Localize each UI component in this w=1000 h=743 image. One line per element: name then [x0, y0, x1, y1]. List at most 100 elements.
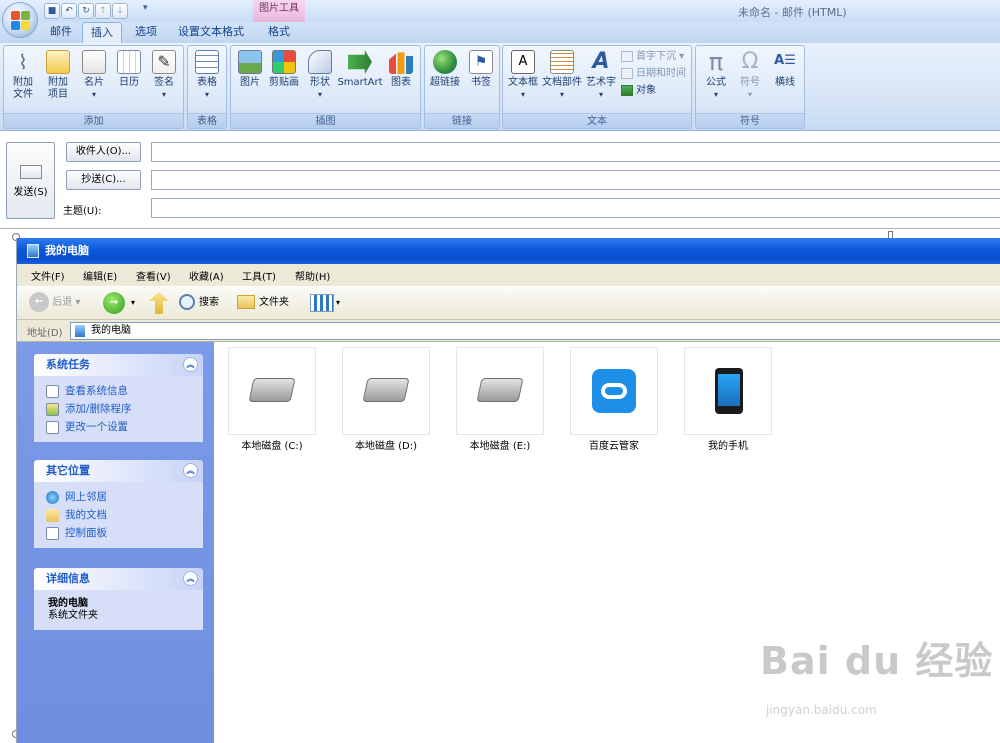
- explorer-title-bar: 我的电脑: [17, 238, 1000, 264]
- send-button[interactable]: 发送(S): [6, 142, 55, 219]
- hyperlink-button[interactable]: 超链接: [428, 50, 462, 89]
- quickparts-button[interactable]: 文档部件 ▾: [541, 50, 583, 101]
- to-field[interactable]: [151, 142, 1000, 162]
- panel-other-places-header[interactable]: 其它位置 ︽: [34, 460, 203, 482]
- collapse-chevron-icon[interactable]: ︽: [183, 357, 198, 372]
- textbox-button[interactable]: A 文本框 ▾: [505, 50, 541, 101]
- link-add-remove-programs[interactable]: 添加/删除程序: [46, 400, 203, 418]
- equation-button[interactable]: π 公式 ▾: [699, 50, 733, 101]
- search-button[interactable]: 搜索: [179, 292, 219, 314]
- down-arrow-icon[interactable]: ↓: [112, 3, 128, 19]
- datetime-button[interactable]: 日期和时间: [621, 67, 686, 81]
- symbol-button[interactable]: Ω 符号 ▾: [734, 50, 766, 101]
- clipart-label: 剪贴画: [269, 77, 299, 88]
- wordart-label: 艺术字: [586, 77, 616, 88]
- clipart-button[interactable]: 剪贴画: [267, 50, 301, 89]
- up-arrow-icon[interactable]: ↑: [95, 3, 111, 19]
- panel-details-header[interactable]: 详细信息 ︽: [34, 568, 203, 590]
- menu-view[interactable]: 查看(V): [136, 268, 171, 283]
- smartart-icon: [348, 50, 372, 74]
- back-button[interactable]: ← 后退 ▾: [29, 292, 80, 314]
- forward-arrow-icon[interactable]: →: [103, 292, 125, 314]
- link-network-places[interactable]: 网上邻居: [46, 488, 203, 506]
- redo-icon[interactable]: ↻: [78, 3, 94, 19]
- link-change-setting[interactable]: 更改一个设置: [46, 418, 203, 436]
- save-icon[interactable]: ■: [44, 3, 60, 19]
- datetime-icon: [621, 67, 633, 79]
- link-view-system-info[interactable]: 查看系统信息: [46, 382, 203, 400]
- send-envelope-icon: [19, 165, 42, 179]
- dropcap-button[interactable]: 首字下沉 ▾: [621, 50, 684, 64]
- subject-field[interactable]: [151, 198, 1000, 218]
- menu-file[interactable]: 文件(F): [31, 268, 65, 283]
- calendar-button[interactable]: 日历: [114, 50, 144, 89]
- attach-item-button[interactable]: 附加 项目: [42, 50, 74, 101]
- tab-options[interactable]: 选项: [128, 22, 164, 43]
- drive-c-tile[interactable]: [228, 347, 316, 435]
- view-mode-icon[interactable]: [310, 294, 334, 312]
- task-pane: 系统任务 ︽ 查看系统信息 添加/删除程序 更改一个设置 其它位置 ︽ 网上邻居 我…: [17, 342, 214, 743]
- computer-icon: [27, 244, 39, 258]
- undo-icon[interactable]: ↶: [61, 3, 77, 19]
- bookmark-button[interactable]: ⚑ 书签: [465, 50, 497, 89]
- menu-edit[interactable]: 编辑(E): [83, 268, 117, 283]
- menu-favorites[interactable]: 收藏(A): [189, 268, 224, 283]
- attach-file-label-1: 附加: [13, 77, 33, 88]
- cc-field[interactable]: [151, 170, 1000, 190]
- folders-label: 文件夹: [259, 297, 289, 308]
- shapes-icon: [308, 50, 332, 74]
- folders-button[interactable]: 文件夹: [237, 292, 289, 314]
- back-arrow-icon: ←: [29, 292, 49, 312]
- wordart-icon: A: [592, 49, 610, 74]
- forward-dropdown-icon[interactable]: ▾: [131, 298, 135, 307]
- link-control-panel[interactable]: 控制面板: [46, 524, 203, 542]
- panel-system-tasks-header[interactable]: 系统任务 ︽: [34, 354, 203, 376]
- tab-format[interactable]: 格式: [256, 22, 302, 43]
- drive-e-tile[interactable]: [456, 347, 544, 435]
- tab-format-text[interactable]: 设置文本格式: [172, 22, 250, 43]
- tab-mail[interactable]: 邮件: [44, 22, 78, 43]
- panel-details-title: 详细信息: [46, 572, 90, 585]
- address-field[interactable]: 我的电脑: [70, 322, 1000, 340]
- collapse-chevron-icon[interactable]: ︽: [183, 463, 198, 478]
- baidu-cloud-label: 百度云管家: [589, 441, 639, 452]
- drive-d-label: 本地磁盘 (D:): [354, 441, 418, 452]
- horizontal-line-button[interactable]: A☰ 横线: [768, 50, 802, 89]
- signature-button[interactable]: ✎ 签名 ▾: [148, 50, 180, 101]
- office-button[interactable]: [2, 2, 38, 38]
- menu-help[interactable]: 帮助(H): [295, 268, 330, 283]
- group-illustrations: 图片 剪贴画 形状 ▾ SmartArt 图表 插图: [230, 45, 421, 129]
- my-phone-tile[interactable]: [684, 347, 772, 435]
- smartart-button[interactable]: SmartArt: [337, 50, 383, 89]
- drive-d-tile[interactable]: [342, 347, 430, 435]
- view-dropdown-icon[interactable]: ▾: [336, 298, 340, 307]
- tab-insert[interactable]: 插入: [82, 22, 122, 43]
- group-add-label: 添加: [4, 113, 183, 128]
- baidu-cloud-tile[interactable]: [570, 347, 658, 435]
- table-button[interactable]: 表格 ▾: [192, 50, 222, 101]
- menu-tools[interactable]: 工具(T): [242, 268, 276, 283]
- up-folder-icon[interactable]: [149, 292, 169, 314]
- group-illustrations-label: 插图: [231, 113, 420, 128]
- table-label: 表格: [197, 77, 217, 88]
- picture-button[interactable]: 图片: [235, 50, 265, 89]
- attach-file-button[interactable]: ⌇ 附加 文件: [8, 50, 38, 101]
- collapse-chevron-icon[interactable]: ︽: [183, 571, 198, 586]
- body-separator: [0, 228, 1000, 229]
- cc-button[interactable]: 抄送(C)...: [66, 170, 141, 190]
- business-card-button[interactable]: 名片 ▾: [78, 50, 110, 101]
- wordart-button[interactable]: A 艺术字 ▾: [583, 50, 619, 101]
- qat-customize-icon[interactable]: ▾: [143, 3, 148, 13]
- business-card-icon: [82, 50, 106, 74]
- shapes-button[interactable]: 形状 ▾: [305, 50, 335, 101]
- to-button[interactable]: 收件人(O)...: [66, 142, 141, 162]
- chart-button[interactable]: 图表: [385, 50, 417, 89]
- object-icon: [621, 84, 633, 96]
- search-label: 搜索: [199, 297, 219, 308]
- group-links: 超链接 ⚑ 书签 链接: [424, 45, 500, 129]
- object-button[interactable]: 对象: [621, 84, 656, 98]
- link-my-documents[interactable]: 我的文档: [46, 506, 203, 524]
- panel-system-tasks: 系统任务 ︽ 查看系统信息 添加/删除程序 更改一个设置: [34, 354, 203, 442]
- attach-item-label-1: 附加: [48, 77, 68, 88]
- hard-drive-icon: [248, 378, 296, 402]
